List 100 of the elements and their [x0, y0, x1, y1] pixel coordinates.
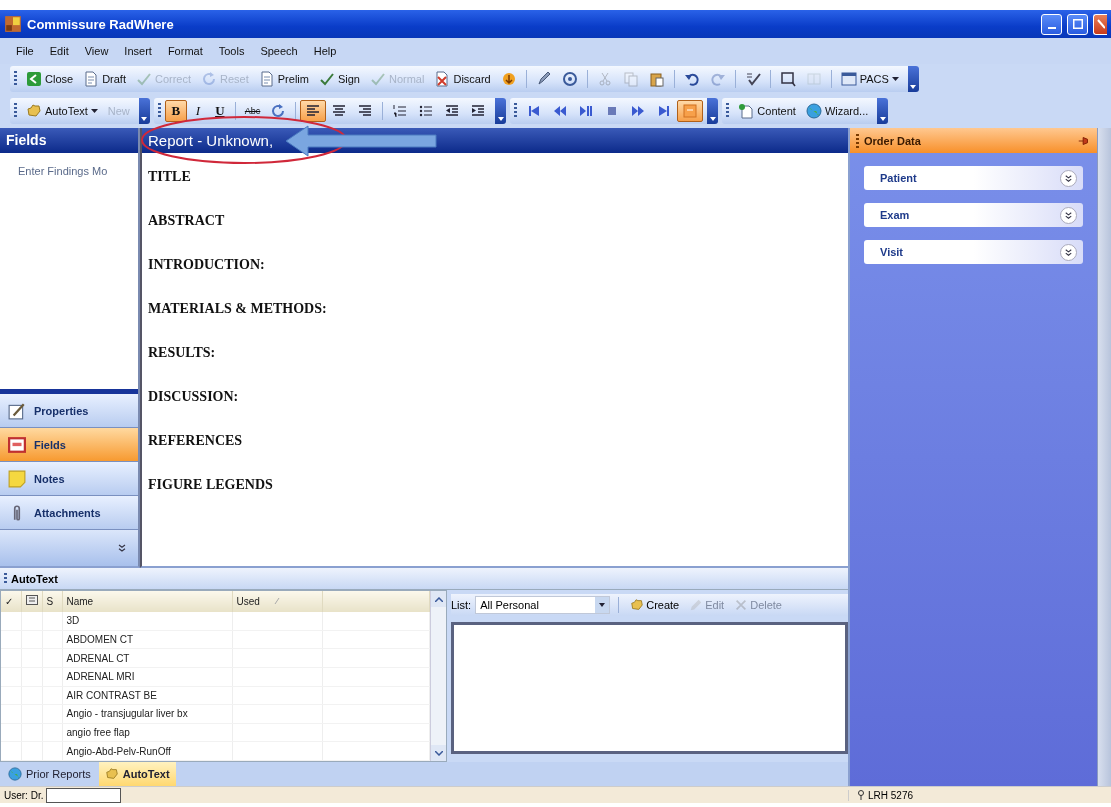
toolbar-options-button[interactable] — [138, 98, 150, 124]
toolbar-button[interactable]: Content — [733, 100, 801, 122]
document-icon — [258, 71, 275, 87]
user-label: User: Dr. — [4, 789, 44, 801]
nav-button[interactable]: Attachments — [0, 496, 138, 530]
panel-text: Enter Findings Mo — [18, 165, 108, 177]
expand-button[interactable] — [1060, 169, 1077, 187]
group-header[interactable]: Visit — [864, 240, 1083, 264]
scroll-down-button[interactable] — [431, 745, 446, 761]
close-icon — [1096, 19, 1105, 29]
align-right-icon — [357, 103, 374, 119]
format-button[interactable]: B — [164, 100, 187, 122]
scrollbar[interactable] — [430, 591, 446, 761]
toolbar-button[interactable]: Sign — [313, 68, 365, 90]
section-heading: DISCUSSION: — [148, 389, 240, 405]
highlight-button[interactable] — [677, 100, 704, 122]
menu-item[interactable]: Format — [161, 43, 209, 59]
action-button[interactable]: Create — [627, 598, 683, 612]
list-label: List: — [451, 599, 472, 611]
toolbar-options-button[interactable] — [907, 66, 919, 92]
sort-icon — [273, 596, 280, 605]
table-cell[interactable]: ADRENAL CT — [62, 648, 232, 668]
pencil-icon — [689, 598, 704, 612]
check-icon — [318, 71, 335, 87]
maximize-icon — [1072, 19, 1083, 29]
nav-button[interactable]: Properties — [0, 394, 138, 428]
format-button[interactable]: I — [186, 100, 209, 122]
close-button[interactable] — [1093, 13, 1107, 35]
format-button[interactable]: U — [208, 100, 231, 122]
document-icon — [83, 71, 100, 87]
minimize-button[interactable] — [1041, 13, 1062, 35]
scroll-up-button[interactable] — [431, 591, 446, 607]
format-button[interactable]: Abc — [239, 100, 266, 122]
align-left-button[interactable] — [300, 100, 327, 122]
table-cell[interactable]: Angio-Abd-Pelv-RunOff — [62, 741, 232, 761]
caret-icon — [879, 117, 886, 121]
expand-button[interactable] — [1060, 243, 1077, 261]
table-cell[interactable]: Angio - transjugular liver bx — [62, 704, 232, 724]
menu-item[interactable]: Help — [307, 43, 343, 59]
user-field[interactable] — [46, 787, 122, 803]
note-icon — [8, 469, 26, 488]
nav-button[interactable]: Notes — [0, 462, 138, 496]
target-icon — [561, 71, 578, 87]
toolbar-button[interactable]: Wizard... — [800, 100, 874, 122]
toolbar-button[interactable]: Close — [21, 68, 79, 90]
section-heading: ABSTRACT — [148, 213, 226, 229]
selection-icon — [779, 71, 796, 87]
list-dropdown[interactable]: All Personal — [475, 596, 611, 614]
panel-title: AutoText — [11, 572, 58, 585]
outdent-icon — [444, 103, 461, 119]
menu-item[interactable]: File — [10, 43, 40, 59]
table-cell[interactable]: ADRENAL MRI — [62, 667, 232, 687]
toolbar-button[interactable]: Draft — [78, 68, 131, 90]
nav-button[interactable]: Fields — [0, 428, 138, 462]
copy-icon — [622, 71, 639, 87]
align-left-icon — [305, 103, 322, 119]
window-icon — [840, 71, 857, 87]
station-label: LRH 5276 — [868, 789, 914, 801]
redo-icon — [709, 71, 726, 87]
toolbar-button[interactable]: Prelim — [253, 68, 314, 90]
double-chevron-icon — [1063, 172, 1074, 184]
discard-icon — [434, 71, 451, 87]
column-header[interactable]: Used — [232, 591, 322, 612]
column-header[interactable]: Name — [62, 591, 232, 612]
column-header[interactable]: ✓ — [1, 591, 21, 612]
pen-icon — [535, 71, 552, 87]
table-cell[interactable]: AIR CONTRAST BE — [62, 686, 232, 705]
caret-icon — [599, 603, 606, 607]
toolbar-dropdown[interactable]: PACS — [835, 68, 904, 90]
group-header[interactable]: Exam — [864, 203, 1083, 227]
menu-item[interactable]: Edit — [43, 43, 75, 59]
expand-button[interactable] — [1060, 206, 1077, 224]
indent-icon — [470, 103, 487, 119]
toolbar-dropdown[interactable]: AutoText — [21, 100, 103, 122]
column-header[interactable] — [21, 591, 42, 612]
check-icon — [370, 71, 386, 87]
menu-item[interactable]: Tools — [212, 43, 251, 59]
tab[interactable]: AutoText — [98, 762, 176, 786]
table-cell[interactable]: 3D — [62, 611, 232, 631]
group-header[interactable]: Patient — [864, 166, 1083, 190]
section-heading: FIGURE LEGENDS — [148, 477, 274, 493]
table-cell[interactable]: angio free flap — [62, 723, 232, 742]
column-header[interactable]: S — [42, 591, 62, 612]
dropdown-button[interactable] — [595, 597, 610, 613]
toolbar-options-button[interactable] — [495, 98, 507, 124]
toolbar-options-button[interactable] — [707, 98, 719, 124]
tab[interactable]: Prior Reports — [2, 762, 97, 786]
menu-item[interactable]: Insert — [118, 43, 158, 59]
toolbar-button[interactable]: Discard — [429, 68, 496, 90]
table-cell[interactable]: ABDOMEN CT — [62, 630, 232, 649]
more-button[interactable] — [116, 542, 128, 554]
minimize-icon — [1047, 27, 1056, 29]
undo-icon — [683, 71, 700, 87]
refresh-icon — [270, 103, 287, 119]
toolbar-options-button[interactable] — [877, 98, 889, 124]
maximize-button[interactable] — [1067, 13, 1088, 35]
globe-icon — [805, 103, 822, 119]
play-pause-icon — [578, 103, 595, 119]
menu-item[interactable]: Speech — [254, 43, 304, 59]
menu-item[interactable]: View — [78, 43, 115, 59]
